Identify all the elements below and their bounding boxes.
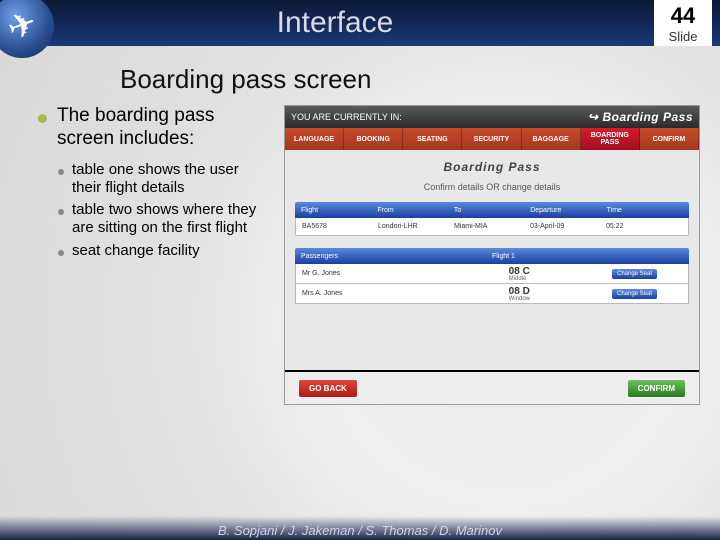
passenger-table-header: Passengers Flight 1 [295, 248, 689, 264]
tab-security[interactable]: SECURITY [462, 128, 521, 150]
list-item: table one shows the user their flight de… [58, 161, 270, 198]
passenger-row: Mrs A. Jones 08 DWindow Change Seat [295, 284, 689, 304]
bullet-dot-icon [58, 169, 64, 175]
main-bullet: The boarding pass screen includes: [38, 105, 270, 151]
slide-title: Interface [60, 6, 720, 40]
passenger-table: Passengers Flight 1 Mr G. Jones 08 CMidd… [295, 248, 689, 304]
screenshot-footer: GO BACK CONFIRM [285, 370, 699, 404]
change-seat-button[interactable]: Change Seat [612, 289, 657, 299]
embedded-screenshot: YOU ARE CURRENTLY IN: ↪Boarding Pass LAN… [284, 105, 700, 405]
confirm-button[interactable]: CONFIRM [628, 380, 685, 397]
go-back-button[interactable]: GO BACK [299, 380, 357, 397]
passenger-row: Mr G. Jones 08 CMiddle Change Seat [295, 264, 689, 284]
sub-bullet-list: table one shows the user their flight de… [38, 161, 270, 260]
flight-table-header: Flight From To Departure Time [295, 202, 689, 218]
page-number: 44 [671, 3, 695, 28]
topbar-left-text: YOU ARE CURRENTLY IN: [291, 112, 402, 122]
tab-boarding-pass[interactable]: BOARDING PASS [581, 128, 640, 150]
bullet-dot-icon [58, 209, 64, 215]
bullet-dot-icon [38, 114, 47, 123]
screenshot-body: Boarding Pass Confirm details OR change … [285, 150, 699, 372]
page-number-label: Slide [654, 29, 712, 44]
list-item: seat change facility [58, 242, 270, 260]
topbar-right-text: ↪Boarding Pass [588, 110, 693, 124]
footer-credits: B. Sopjani / J. Jakeman / S. Thomas / D.… [0, 516, 720, 540]
screenshot-topbar: YOU ARE CURRENTLY IN: ↪Boarding Pass [285, 106, 699, 128]
flight-table-row: BA5678 London-LHR Miami-MIA 03-April-09 … [295, 218, 689, 236]
screenshot-heading: Boarding Pass [295, 160, 689, 174]
arrow-icon: ↪ [588, 110, 599, 124]
tab-booking[interactable]: BOOKING [344, 128, 403, 150]
screenshot-tabs: LANGUAGE BOOKING SEATING SECURITY BAGGAG… [285, 128, 699, 150]
text-column: The boarding pass screen includes: table… [38, 105, 270, 405]
change-seat-button[interactable]: Change Seat [612, 269, 657, 279]
tab-confirm[interactable]: CONFIRM [640, 128, 699, 150]
tab-baggage[interactable]: BAGGAGE [522, 128, 581, 150]
slide-subtitle: Boarding pass screen [120, 64, 720, 95]
flight-table: Flight From To Departure Time BA5678 Lon… [295, 202, 689, 236]
page-number-badge: 44 Slide [654, 0, 712, 46]
title-bar: ✈ Interface 44 Slide [0, 0, 720, 46]
tab-language[interactable]: LANGUAGE [285, 128, 344, 150]
bullet-dot-icon [58, 250, 64, 256]
tab-seating[interactable]: SEATING [403, 128, 462, 150]
screenshot-subheading: Confirm details OR change details [295, 182, 689, 192]
airplane-icon: ✈ [2, 2, 42, 49]
main-bullet-text: The boarding pass screen includes: [57, 105, 270, 151]
list-item: table two shows where they are sitting o… [58, 201, 270, 238]
